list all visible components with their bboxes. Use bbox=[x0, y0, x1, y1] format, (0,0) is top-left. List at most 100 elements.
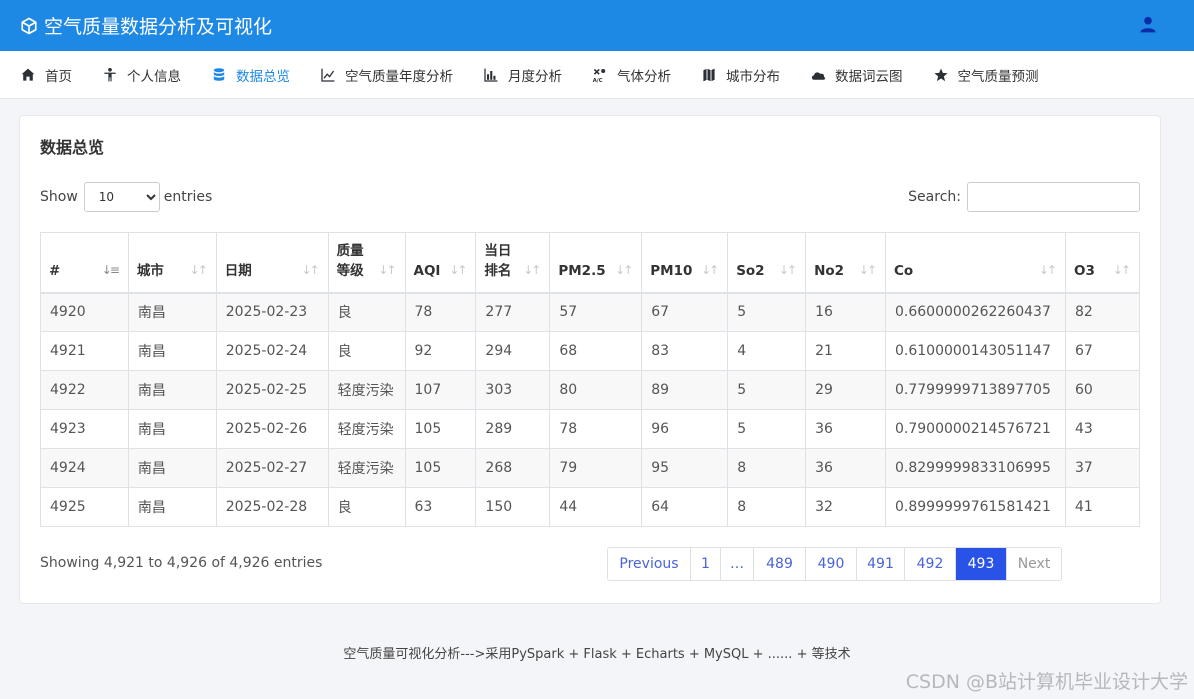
column-header-label: 当日 排名 bbox=[484, 242, 512, 279]
table-cell: 78 bbox=[549, 409, 643, 449]
column-header[interactable]: 日期 ↓↑ bbox=[215, 232, 329, 294]
nav-item-star[interactable]: 空气质量预测 bbox=[933, 65, 1039, 85]
nav-item-label: 月度分析 bbox=[508, 68, 562, 85]
nav-item-label: 数据词云图 bbox=[835, 68, 903, 85]
watermark: CSDN @B站计算机毕业设计大学 bbox=[905, 671, 1188, 693]
table-cell: 良 bbox=[327, 292, 406, 332]
nav-item-home[interactable]: 首页 bbox=[20, 65, 72, 85]
page-button-489[interactable]: 489 bbox=[754, 548, 806, 580]
table-cell: 南昌 bbox=[127, 409, 217, 449]
table-cell: 96 bbox=[641, 409, 729, 449]
column-header[interactable]: PM2.5 ↓↑ bbox=[549, 232, 643, 294]
brand[interactable]: 空气质量数据分析及可视化 bbox=[20, 12, 272, 39]
table-cell: 0.7799999713897705 bbox=[885, 370, 1066, 410]
table-cell: 5 bbox=[727, 292, 807, 332]
sort-icon[interactable]: ↓↑ bbox=[190, 260, 208, 280]
column-header[interactable]: So2 ↓↑ bbox=[727, 232, 807, 294]
column-header-label: 城市 bbox=[136, 262, 164, 279]
table-cell: 150 bbox=[475, 487, 551, 527]
search-label: Search: bbox=[908, 189, 961, 205]
nav-item-database[interactable]: 数据总览 bbox=[211, 65, 290, 85]
nav-item-air[interactable]: A/C 气体分析 bbox=[592, 65, 671, 85]
table-cell: 4 bbox=[727, 331, 807, 371]
page-length-select[interactable]: 10 bbox=[83, 182, 160, 212]
pagination: Previous 1… 489 490 491 492 493 Next bbox=[607, 547, 1062, 581]
nav-item-line-chart[interactable]: 空气质量年度分析 bbox=[320, 65, 453, 85]
page-button-1[interactable]: 1 bbox=[691, 548, 721, 580]
table-row: 4923 南昌 2025-02-26 轻度污染 105 289 78 96 5 36 0.79000… bbox=[40, 409, 1141, 449]
page-button-490[interactable]: 490 bbox=[806, 548, 857, 580]
page-button-491[interactable]: 491 bbox=[857, 548, 905, 580]
nav-item-bar-chart[interactable]: 月度分析 bbox=[483, 65, 562, 85]
sort-icon[interactable]: ↓↑ bbox=[523, 260, 541, 280]
column-header[interactable]: 当日 排名 ↓↑ bbox=[475, 232, 551, 294]
sort-icon[interactable]: ↓↑ bbox=[1039, 260, 1057, 280]
table-cell: 南昌 bbox=[127, 292, 217, 332]
table-cell: 63 bbox=[404, 487, 477, 527]
table-cell: 41 bbox=[1064, 487, 1141, 527]
main-nav: 首页 个人信息 数据总览 空气质量年度分析 月度分析 A/C 气体分析 城市分布 数据词云图 空气… bbox=[0, 51, 1194, 99]
nav-icon-wrap bbox=[20, 67, 36, 83]
sort-icon[interactable]: ↓↑ bbox=[615, 260, 633, 280]
table-cell: 4920 bbox=[40, 292, 129, 332]
sort-icon[interactable]: ↓↑ bbox=[701, 260, 719, 280]
sort-icon[interactable]: ↓↑ bbox=[449, 260, 467, 280]
table-cell: 南昌 bbox=[127, 448, 217, 488]
column-header-label: # bbox=[49, 262, 61, 279]
sort-icon[interactable]: ↓↑ bbox=[779, 260, 797, 280]
cube-icon bbox=[21, 17, 37, 34]
sort-icon[interactable]: ↓↑ bbox=[378, 260, 396, 280]
nav-icon-wrap bbox=[211, 67, 227, 83]
table-cell: 21 bbox=[805, 331, 886, 371]
column-header[interactable]: O3 ↓↑ bbox=[1064, 232, 1141, 294]
user-icon[interactable] bbox=[1138, 14, 1158, 34]
page-button-492[interactable]: 492 bbox=[905, 548, 956, 580]
table-row: 4925 南昌 2025-02-28 良 63 150 44 64 8 32 0.899999976… bbox=[40, 487, 1141, 527]
nav-item-person[interactable]: 个人信息 bbox=[102, 65, 181, 85]
table-cell: 36 bbox=[805, 409, 886, 449]
search-input[interactable] bbox=[967, 182, 1140, 212]
table-cell: 0.8999999761581421 bbox=[885, 487, 1066, 527]
nav-item-map[interactable]: 城市分布 bbox=[701, 65, 780, 85]
table-cell: 0.6100000143051147 bbox=[885, 331, 1066, 371]
table-cell: 95 bbox=[641, 448, 729, 488]
table-row: 4922 南昌 2025-02-25 轻度污染 107 303 80 89 5 29 0.77999… bbox=[40, 370, 1141, 410]
table-cell: 2025-02-26 bbox=[215, 409, 329, 449]
column-header[interactable]: No2 ↓↑ bbox=[805, 232, 886, 294]
table-cell: 36 bbox=[805, 448, 886, 488]
table-row: 4924 南昌 2025-02-27 轻度污染 105 268 79 95 8 36 0.82999… bbox=[40, 448, 1141, 488]
next-page-button[interactable]: Next bbox=[1007, 548, 1061, 580]
table-cell: 82 bbox=[1064, 292, 1141, 332]
nav-icon-wrap: A/C bbox=[592, 67, 608, 83]
column-header[interactable]: # ↓≡ bbox=[40, 232, 129, 294]
nav-icon-wrap bbox=[320, 67, 336, 83]
sort-icon[interactable]: ↓↑ bbox=[1113, 260, 1131, 280]
table-row: 4921 南昌 2025-02-24 良 92 294 68 83 4 21 0.610000014… bbox=[40, 331, 1141, 371]
nav-item-label: 气体分析 bbox=[617, 68, 671, 85]
bar-chart-icon bbox=[484, 68, 498, 82]
sort-icon[interactable]: ↓↑ bbox=[302, 260, 320, 280]
previous-page-button[interactable]: Previous bbox=[608, 548, 691, 580]
nav-item-cloud[interactable]: 数据词云图 bbox=[810, 65, 903, 85]
sort-asc-icon[interactable]: ↓≡ bbox=[102, 260, 120, 280]
entries-label: entries bbox=[163, 189, 213, 205]
nav-item-label: 数据总览 bbox=[236, 68, 290, 85]
nav-item-label: 首页 bbox=[45, 68, 72, 85]
column-header[interactable]: 城市 ↓↑ bbox=[127, 232, 217, 294]
page-button-493[interactable]: 493 bbox=[956, 548, 1007, 580]
nav-item-label: 空气质量预测 bbox=[957, 68, 1039, 85]
column-header[interactable]: 质量 等级 ↓↑ bbox=[327, 232, 406, 294]
sort-icon[interactable]: ↓↑ bbox=[859, 260, 877, 280]
table-header-row: # ↓≡ 城市 ↓↑ 日期 ↓↑ 质量 等级 ↓↑ AQI ↓↑ 当日 排名 ↓↑ PM2.5 ↓↑ PM1… bbox=[40, 232, 1141, 294]
table-cell: 43 bbox=[1064, 409, 1141, 449]
table-cell: 277 bbox=[475, 292, 551, 332]
nav-item-label: 城市分布 bbox=[726, 68, 780, 85]
table-cell: 78 bbox=[404, 292, 477, 332]
table-cell: 8 bbox=[727, 448, 807, 488]
column-header[interactable]: Co ↓↑ bbox=[885, 232, 1066, 294]
table-cell: 64 bbox=[641, 487, 729, 527]
column-header[interactable]: AQI ↓↑ bbox=[404, 232, 477, 294]
column-header[interactable]: PM10 ↓↑ bbox=[641, 232, 729, 294]
nav-icon-wrap bbox=[483, 67, 499, 83]
column-header-label: O3 bbox=[1073, 262, 1095, 279]
